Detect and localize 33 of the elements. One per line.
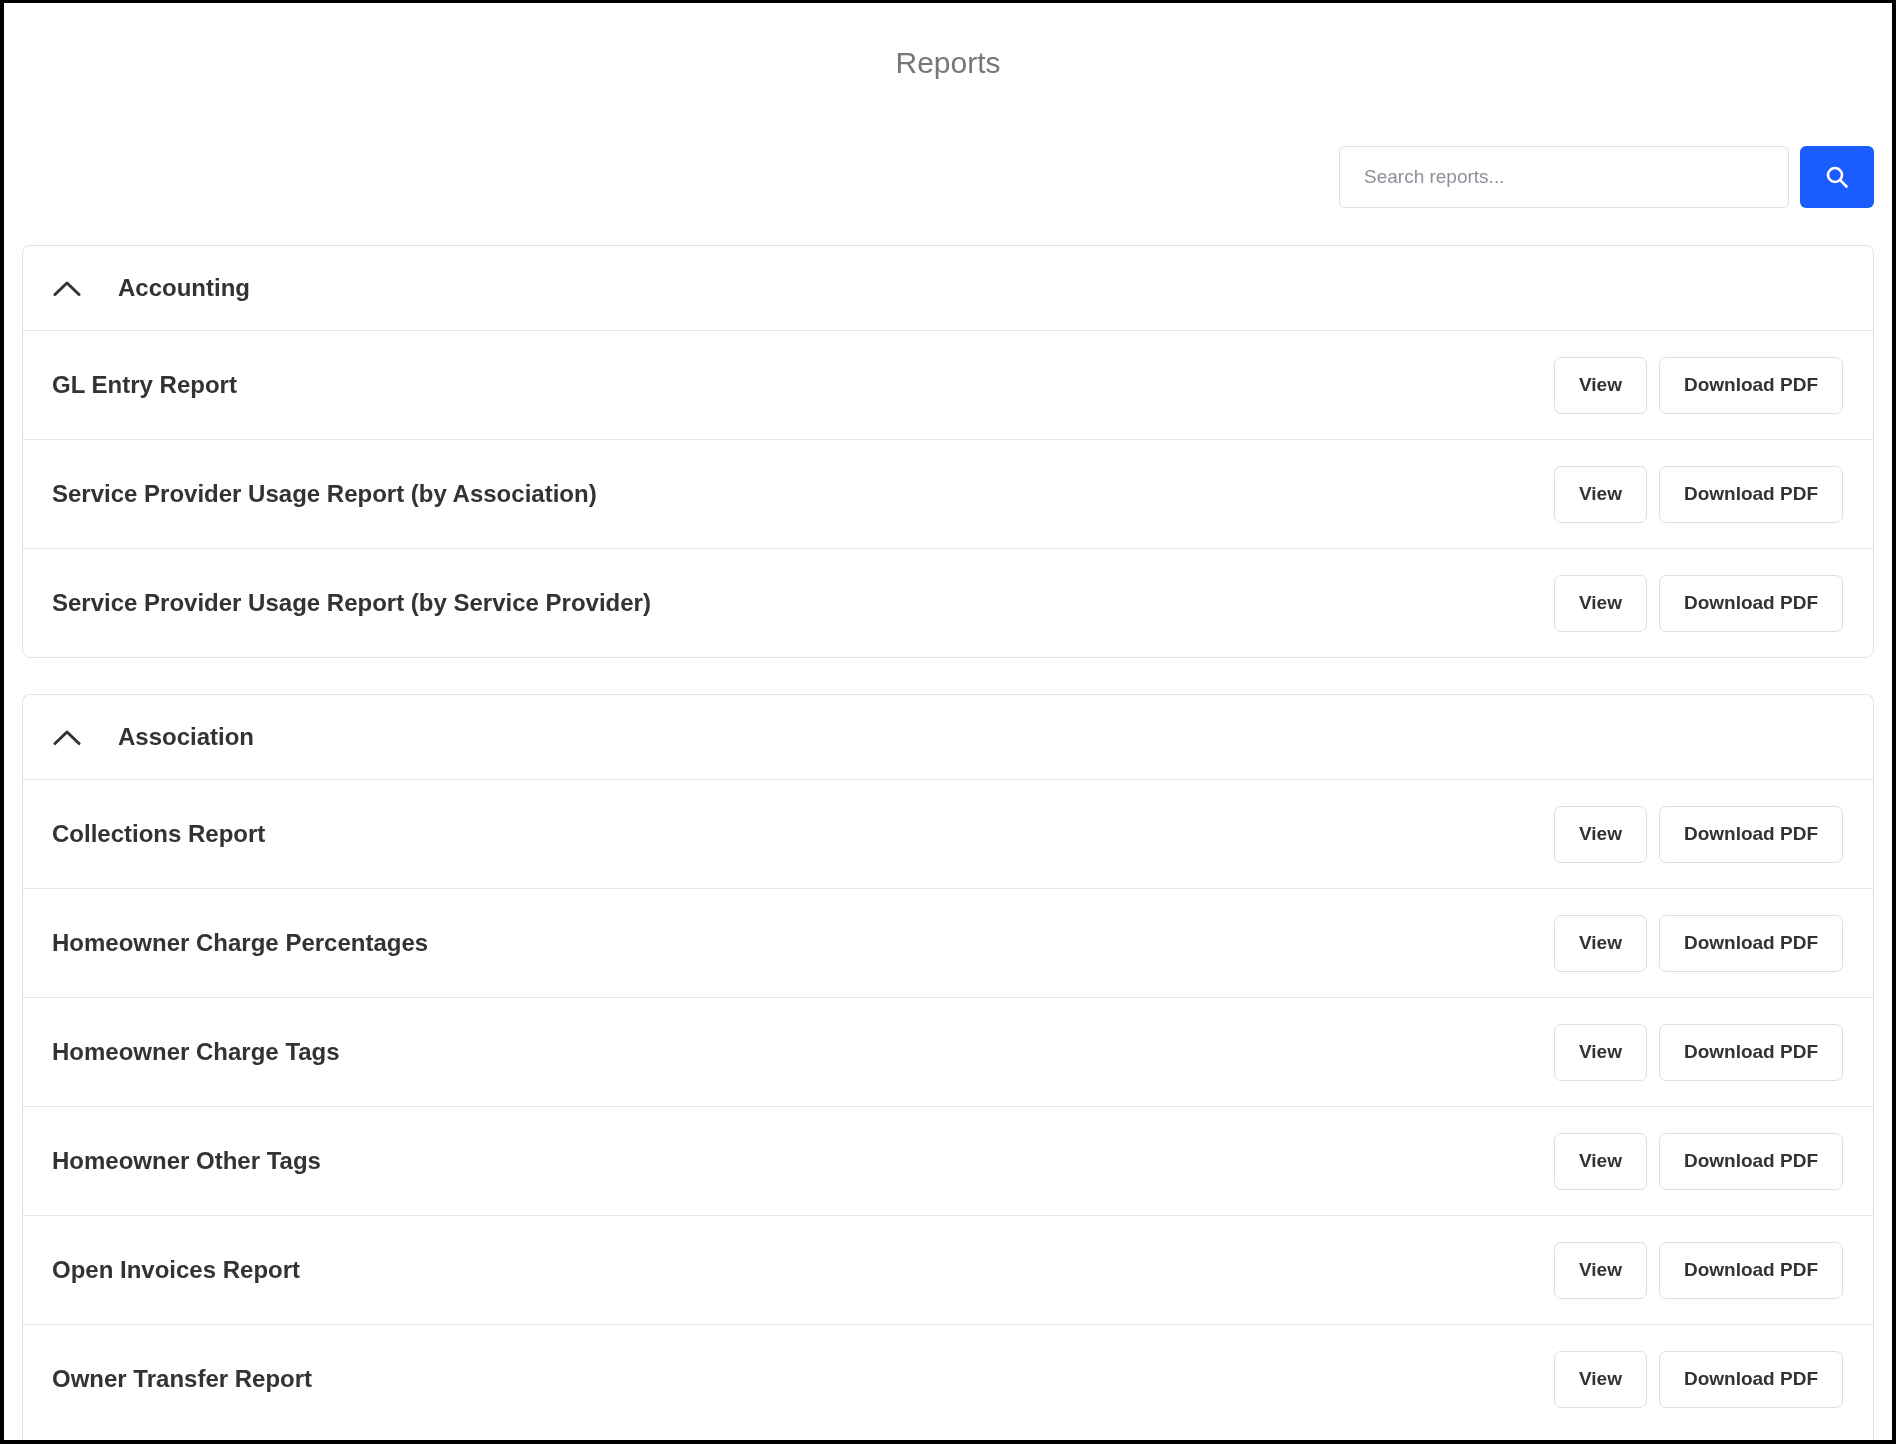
accordion-header[interactable]: Accounting <box>23 246 1873 330</box>
report-name: Open Invoices Report <box>52 1255 301 1285</box>
view-button[interactable]: View <box>1553 1132 1647 1190</box>
view-button[interactable]: View <box>1553 1241 1647 1299</box>
accordion-header[interactable]: Association <box>23 695 1873 779</box>
report-name: GL Entry Report <box>52 370 237 400</box>
download-button[interactable]: Download PDF <box>1658 1132 1843 1190</box>
download-button[interactable]: Download PDF <box>1658 1241 1843 1299</box>
view-button[interactable]: View <box>1553 1023 1647 1081</box>
view-button[interactable]: View <box>1553 914 1647 972</box>
view-button[interactable]: View <box>1553 465 1647 523</box>
download-button[interactable]: Download PDF <box>1658 356 1843 414</box>
download-button[interactable]: Download PDF <box>1658 574 1843 632</box>
report-name: Collections Report <box>52 819 266 849</box>
report-name: Homeowner Charge Percentages <box>52 928 429 958</box>
page-title: Reports <box>895 45 1001 81</box>
report-name: Homeowner Other Tags <box>52 1146 321 1176</box>
view-button[interactable]: View <box>1553 574 1647 632</box>
report-name: Homeowner Charge Tags <box>52 1037 340 1067</box>
download-button[interactable]: Download PDF <box>1658 1350 1843 1408</box>
search-icon <box>1826 166 1848 188</box>
search-field[interactable]: Search reports... <box>1339 146 1789 208</box>
report-name: Service Provider Usage Report (by Service Provider) <box>52 588 651 618</box>
view-button[interactable]: View <box>1553 1350 1647 1408</box>
report-name: Service Provider Usage Report (by Association) <box>52 479 597 509</box>
view-button[interactable]: View <box>1553 805 1647 863</box>
search-button[interactable] <box>1800 146 1874 208</box>
download-button[interactable]: Download PDF <box>1658 1023 1843 1081</box>
download-button[interactable]: Download PDF <box>1658 914 1843 972</box>
report-name: Owner Transfer Report <box>52 1364 313 1394</box>
download-button[interactable]: Download PDF <box>1658 805 1843 863</box>
view-button[interactable]: View <box>1553 356 1647 414</box>
download-button[interactable]: Download PDF <box>1658 465 1843 523</box>
